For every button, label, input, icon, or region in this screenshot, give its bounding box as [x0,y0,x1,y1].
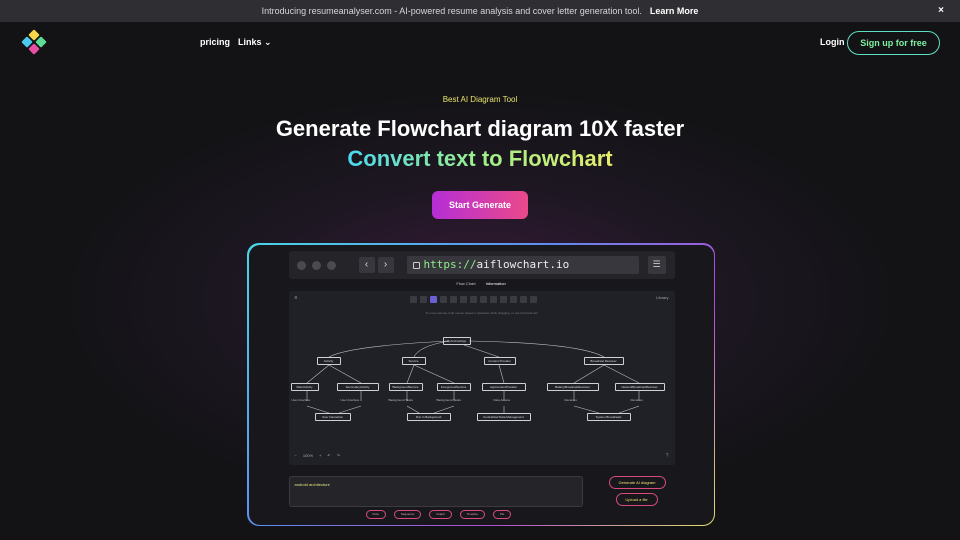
preview-tabs: Flow Chart Information [249,281,714,286]
diagram-canvas: ≡ Library To move canvas, hold mouse whe… [288,290,675,465]
menu-icon: ☰ [647,255,666,274]
learn-more-link[interactable]: Learn More [650,6,699,16]
tab-information: Information [485,280,506,286]
diagram-node: NetworkBroadcastReceiver [614,382,665,391]
diagram-node: BatteryBroadcastReceiver [546,382,599,391]
zoom-controls: − 100% + ↶ ↷ [295,453,341,458]
diagram-node: Service [401,356,426,365]
chip-sequence: Sequence [393,509,422,519]
diagram-edge-label: Background Tasks [436,397,461,402]
diagram-edge-label: Data Access [493,397,511,402]
signup-button[interactable]: Sign up for free [847,31,940,55]
diagram-node-root: MyAndroidApp [442,336,471,345]
start-generate-button[interactable]: Start Generate [432,191,528,219]
window-dot [311,260,321,270]
zoom-out-icon: − [294,452,297,458]
chip-graph: Graph [429,509,452,519]
banner-text: Introducing resumeanalyser.com - AI-powe… [261,6,642,16]
nav-pricing-link[interactable]: pricing [200,37,230,47]
diagram-node: Activity [316,356,341,365]
diagram-node: BackgroundService [388,382,423,391]
diagram-edges [306,340,639,413]
hero-subtitle: Convert text to Flowchart [347,146,613,171]
logo[interactable] [21,29,47,55]
window-dot [296,260,306,270]
diagram-edge-label: User Interface [340,397,360,402]
diagram-edge-label: Background Tasks [388,397,413,402]
diagram-node: Centralized Data Management [476,412,531,421]
undo-icon: ↶ [327,452,331,458]
diagram-node: Run in Background [406,412,451,421]
chevron-down-icon: ⌄ [264,37,272,47]
close-icon[interactable]: × [938,5,944,16]
nav-links-label: Links [238,37,262,47]
prompt-textarea: android architecture [288,475,583,507]
app-preview-frame: ‹ › https://aiflowchart.io ☰ Flow Chart … [247,243,715,526]
hero-title: Generate Flowchart diagram 10X faster [275,116,685,141]
diagram-type-chips: Flow Sequence Graph Timeline Pie [365,509,512,519]
upload-file-button: Upload a file [615,492,658,506]
diagram-edge-label: Receives [564,397,577,402]
redo-icon: ↷ [336,452,341,458]
diagram-node: System Broadcasts [586,412,631,421]
diagram-node: Broadcast Receiver [583,356,624,365]
back-icon: ‹ [358,256,375,273]
url-protocol: https:// [423,258,477,271]
lock-icon [412,262,420,269]
diagram-node: Content Provider [483,356,516,365]
tab-flowchart: Flow Chart [456,280,476,286]
nav-links-dropdown[interactable]: Links ⌄ [238,37,272,48]
chip-pie: Pie [492,509,512,519]
url-host: aiflowchart.io [476,258,570,271]
diagram-edge-label: User Interface [291,397,311,402]
help-icon: ? [665,452,669,459]
zoom-level: 100% [302,452,314,458]
url-bar: https://aiflowchart.io [406,255,639,274]
diagram-node: User Interaction [314,412,351,421]
diagram-node: MainActivity [290,382,319,391]
chip-flow: Flow [365,509,386,519]
diagram-node: ForegroundService [436,382,471,391]
diagram-node: SecondaryActivity [336,382,379,391]
forward-icon: › [377,256,394,273]
generate-ai-diagram-button: Generate AI diagram [608,475,666,489]
login-link[interactable]: Login [820,37,845,47]
diagram-edge-label: Receives [630,397,643,402]
zoom-in-icon: + [319,452,322,458]
announcement-banner: Introducing resumeanalyser.com - AI-powe… [0,0,960,22]
window-dot [326,260,336,270]
hero-tagline: Best AI Diagram Tool [442,95,518,104]
browser-bar: ‹ › https://aiflowchart.io ☰ [288,250,675,279]
diagram-node: AppContentProvider [481,382,526,391]
chip-timeline: Timeline [459,509,485,519]
